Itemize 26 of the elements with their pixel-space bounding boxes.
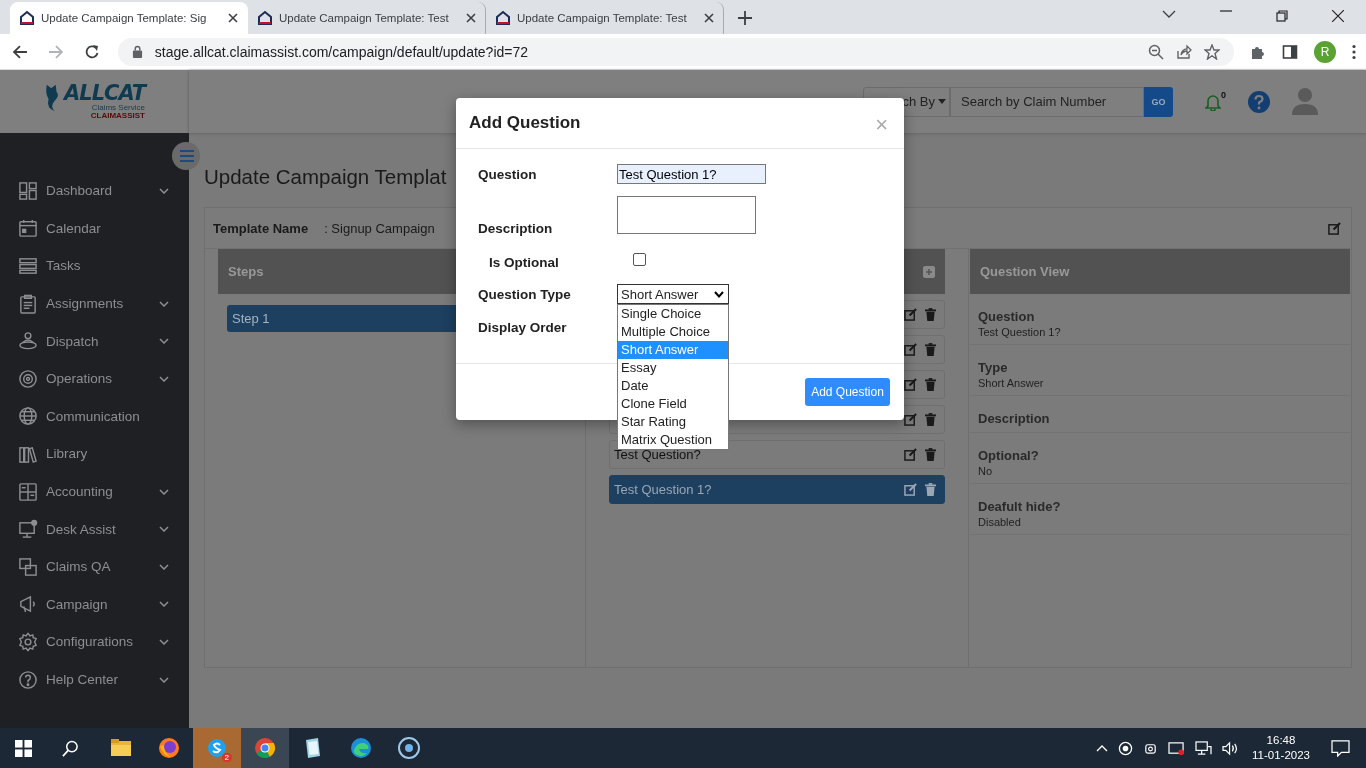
- logo-brand: CLAIMASSIST: [90, 112, 145, 120]
- logo-text: ALLCAT: [64, 83, 145, 104]
- field-label: Question: [478, 166, 538, 182]
- field-value: Test Question 1?: [978, 326, 1062, 338]
- field-value: Disabled: [978, 516, 1022, 528]
- field-value: No: [978, 465, 994, 477]
- field-label: Description: [478, 221, 554, 236]
- field-label: Display Order: [478, 319, 568, 335]
- logo-tagline: Claims Service: [91, 104, 145, 112]
- app-badge: 2: [221, 753, 232, 762]
- field-label: Description: [978, 411, 1051, 426]
- field-label: Deafult hide?: [978, 499, 1062, 514]
- page-title: Update Campaign Templat: [204, 165, 447, 189]
- field-label: Optional?: [978, 448, 1040, 463]
- clock-time: 16:48: [1266, 733, 1296, 748]
- field-label: Type: [978, 360, 1009, 375]
- clock-date: 11-01-2023: [1252, 748, 1310, 763]
- field-value: Short Answer: [978, 377, 1045, 389]
- url-text: stage.allcat.claimassist.com/campaign/default/update?id=72: [154, 43, 529, 60]
- dialog-title: Add Question: [469, 113, 581, 133]
- template-name-value: : Signup Campaign: [324, 220, 435, 236]
- notification-count: 0: [1221, 89, 1226, 100]
- field-label: Question: [978, 309, 1036, 324]
- template-name-label: Template Name: [213, 220, 309, 236]
- field-label: Is Optional: [488, 254, 560, 270]
- question-view-header: Question View: [970, 249, 1350, 294]
